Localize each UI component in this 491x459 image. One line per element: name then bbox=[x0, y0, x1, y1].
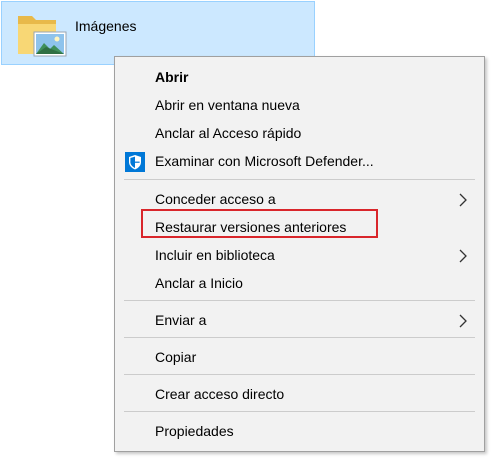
menu-item-include-in-library[interactable]: Incluir en biblioteca bbox=[117, 241, 482, 269]
chevron-right-icon bbox=[459, 193, 467, 207]
menu-item-open[interactable]: Abrir bbox=[117, 63, 482, 91]
menu-item-scan-defender[interactable]: Examinar con Microsoft Defender... bbox=[117, 147, 482, 175]
menu-item-label: Conceder acceso a bbox=[155, 191, 276, 207]
pictures-folder-icon bbox=[18, 16, 67, 57]
menu-item-label: Enviar a bbox=[155, 312, 207, 328]
menu-separator bbox=[124, 374, 475, 375]
menu-item-properties[interactable]: Propiedades bbox=[117, 417, 482, 445]
folder-name: Imágenes bbox=[75, 18, 137, 34]
menu-item-label: Incluir en biblioteca bbox=[155, 247, 275, 263]
menu-item-send-to[interactable]: Enviar a bbox=[117, 306, 482, 334]
menu-item-label: Abrir bbox=[155, 69, 189, 85]
menu-item-label: Copiar bbox=[155, 349, 197, 365]
menu-separator bbox=[124, 179, 475, 180]
menu-item-label: Anclar al Acceso rápido bbox=[155, 125, 302, 141]
menu-item-open-new-window[interactable]: Abrir en ventana nueva bbox=[117, 91, 482, 119]
menu-item-create-shortcut[interactable]: Crear acceso directo bbox=[117, 380, 482, 408]
menu-separator bbox=[124, 337, 475, 338]
menu-item-label: Examinar con Microsoft Defender... bbox=[155, 153, 374, 169]
defender-shield-icon bbox=[125, 152, 145, 172]
chevron-right-icon bbox=[459, 314, 467, 328]
highlight-box bbox=[141, 209, 378, 238]
menu-item-copy[interactable]: Copiar bbox=[117, 343, 482, 371]
menu-separator bbox=[124, 411, 475, 412]
menu-item-label: Crear acceso directo bbox=[155, 386, 285, 402]
menu-item-label: Propiedades bbox=[155, 423, 234, 439]
menu-item-label: Anclar a Inicio bbox=[155, 275, 243, 291]
chevron-right-icon bbox=[459, 249, 467, 263]
menu-separator bbox=[124, 300, 475, 301]
menu-item-label: Abrir en ventana nueva bbox=[155, 97, 300, 113]
menu-item-pin-to-start[interactable]: Anclar a Inicio bbox=[117, 269, 482, 297]
menu-item-pin-quick-access[interactable]: Anclar al Acceso rápido bbox=[117, 119, 482, 147]
context-menu: Abrir Abrir en ventana nueva Anclar al A… bbox=[114, 56, 485, 452]
